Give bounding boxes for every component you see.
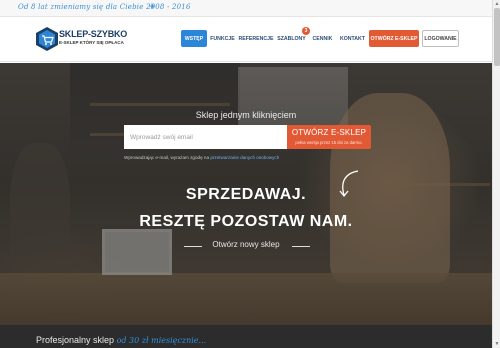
hero-subtitle[interactable]: Otwórz nowy sklep — [0, 240, 492, 249]
pricing-strip-text: Profesjonalny sklep od 30 zł miesięcznie… — [36, 335, 207, 345]
divider-right — [292, 246, 310, 247]
brand-tagline: E-SKLEP KTÓRY SIĘ OPŁACA — [59, 40, 124, 45]
hero-headline-2: RESZTĘ POZOSTAW NAM. — [139, 213, 353, 230]
pricing-strip: Profesjonalny sklep od 30 zł miesięcznie… — [0, 325, 492, 348]
open-shop-button-sub: pełna wersja przez 15 dni za darmo. — [295, 140, 363, 145]
nav-item-cennik[interactable]: CENNIK — [309, 30, 336, 47]
pricing-strip-price: od 30 zł miesięcznie... — [116, 336, 207, 345]
notice-text: Od 8 lat zmieniamy się dla Ciebie 2008 -… — [18, 3, 191, 11]
open-shop-button-label: OTWÓRZ E-SKLEP — [291, 128, 367, 137]
consent-text: Wprowadzając e-mail, wyrażam zgodę na pr… — [124, 155, 280, 160]
cart-hexagon-icon — [36, 27, 58, 51]
logo[interactable]: SKLEP-SZYBKO E-SKLEP KTÓRY SIĘ OPŁACA — [35, 26, 127, 52]
page-scrollbar[interactable]: ▲ ▼ — [492, 0, 500, 348]
paper-plane-icon: ✈ — [149, 2, 156, 11]
hero-section: Sklep jednym kliknięciem OTWÓRZ E-SKLEP … — [0, 63, 492, 325]
scroll-down-icon[interactable]: ▼ — [493, 340, 500, 348]
nav-item-kontakt[interactable]: KONTAKT — [338, 30, 367, 47]
scroll-up-icon[interactable]: ▲ — [493, 0, 500, 8]
top-notice-bar: Od 8 lat zmieniamy się dla Ciebie 2008 -… — [0, 0, 500, 17]
privacy-policy-link[interactable]: przetwarzanie danych osobowych — [210, 155, 279, 160]
open-shop-button[interactable]: OTWÓRZ E-SKLEP pełna wersja przez 15 dni… — [287, 125, 371, 149]
email-input[interactable] — [124, 125, 287, 149]
hero-headline-1: SPRZEDAWAJ. — [185, 186, 307, 203]
open-shop-nav-button[interactable]: OTWÓRZ E-SKLEP — [369, 30, 419, 47]
nav-item-funkcje[interactable]: FUNKCJE — [209, 30, 236, 47]
nav-item-referencje[interactable]: REFERENCJE — [238, 30, 274, 47]
login-button[interactable]: LOGOWANIE — [422, 30, 459, 47]
brand-name: SKLEP-SZYBKO — [59, 29, 128, 39]
scrollbar-thumb[interactable] — [494, 8, 500, 66]
nav-item-wstep[interactable]: WSTĘP — [181, 30, 207, 47]
hero-lead-text: Sklep jednym kliknięciem — [195, 110, 297, 120]
